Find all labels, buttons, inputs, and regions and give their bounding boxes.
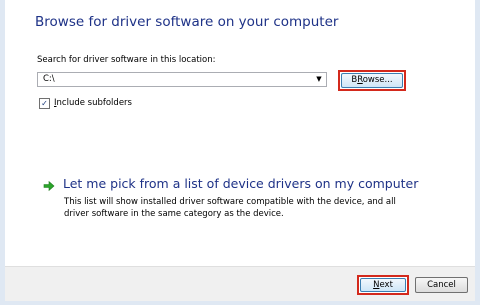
browse-button[interactable]: BRowse... bbox=[338, 70, 406, 91]
include-subfolders-checkbox[interactable]: ✓ bbox=[39, 97, 50, 109]
content-panel: Browse for driver software on your compu… bbox=[5, 0, 475, 266]
next-label-rest: ext bbox=[379, 280, 393, 290]
page-heading: Browse for driver software on your compu… bbox=[35, 14, 339, 30]
browse-button-face[interactable]: BRowse... bbox=[341, 73, 403, 88]
dropdown-arrow-icon[interactable]: ▼ bbox=[314, 73, 324, 86]
green-arrow-icon bbox=[43, 180, 55, 192]
pick-from-list-link[interactable]: Let me pick from a list of device driver… bbox=[63, 176, 418, 191]
next-button[interactable]: Next bbox=[357, 275, 409, 295]
wizard-window: Browse for driver software on your compu… bbox=[0, 0, 480, 305]
search-location-label: Search for driver software in this locat… bbox=[37, 55, 216, 65]
browse-label-rest: owse... bbox=[362, 75, 393, 85]
location-value: C:\ bbox=[43, 74, 55, 84]
cancel-button[interactable]: Cancel bbox=[415, 277, 468, 293]
include-subfolders-label-rest: nclude subfolders bbox=[56, 98, 132, 108]
include-subfolders-option[interactable]: ✓ Include subfolders bbox=[39, 97, 132, 109]
location-combobox[interactable]: C:\ ▼ bbox=[37, 72, 327, 87]
next-button-face[interactable]: Next bbox=[360, 278, 406, 292]
include-subfolders-label: Include subfolders bbox=[54, 98, 132, 108]
pick-from-list-description: This list will show installed driver sof… bbox=[64, 197, 396, 219]
